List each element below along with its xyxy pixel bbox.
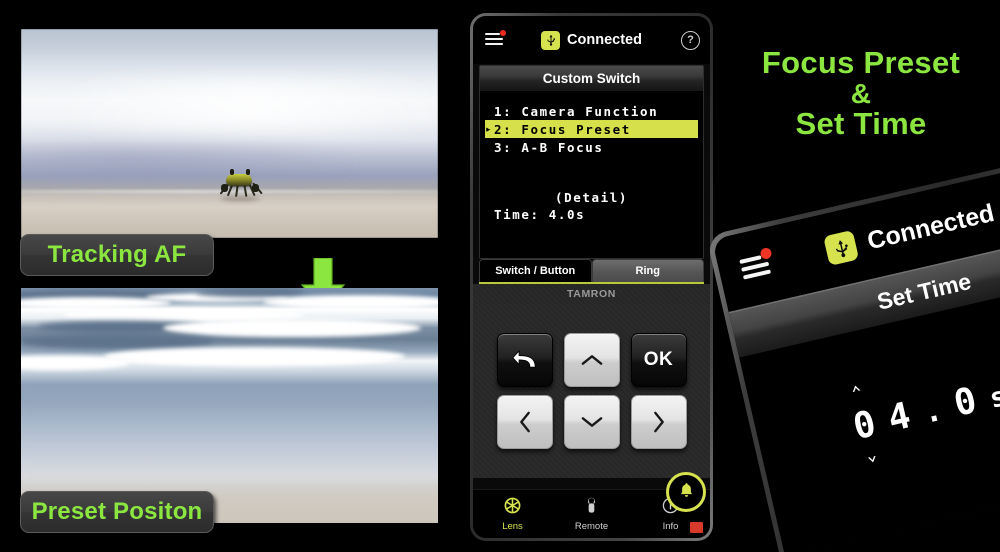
wave-crest <box>104 346 405 366</box>
connected-label-rotated: Connected <box>864 198 997 255</box>
usb-icon <box>541 30 561 50</box>
nav-item-lens[interactable]: Lens <box>473 497 552 532</box>
lcd-menu-item-3[interactable]: 3: A-B Focus <box>480 138 703 156</box>
app-topbar: Connected ? <box>473 16 710 64</box>
time-stepper: ⌃ 0 ⌄ 4 . 0 s <box>849 373 1000 466</box>
chevron-up-icon[interactable]: ⌃ <box>850 382 864 404</box>
down-button[interactable] <box>563 395 620 449</box>
caption-preset-position-label: Preset Positon <box>31 498 203 525</box>
nav-item-info-label: Info <box>662 520 679 532</box>
phone-device: Connected ? Custom Switch 1: Camera Func… <box>470 13 713 541</box>
usb-icon <box>823 229 860 266</box>
page-title-line-3: Set Time <box>795 106 927 142</box>
chevron-down-icon[interactable]: ⌄ <box>864 445 878 467</box>
wave-trough <box>21 335 213 350</box>
phone-screen: Connected ? Custom Switch 1: Camera Func… <box>473 16 710 538</box>
photo-tracking-af <box>21 29 438 238</box>
screenshot-root: Tracking AF Preset Positon Connected ? C… <box>0 0 1000 552</box>
nav-item-remote[interactable]: Remote <box>552 497 631 532</box>
lcd-time-value: Time: 4.0s <box>494 207 586 222</box>
dpad-area: OK <box>473 304 710 478</box>
ok-button[interactable]: OK <box>630 333 687 387</box>
lcd-menu-item-1[interactable]: 1: Camera Function <box>480 102 703 120</box>
notification-fab-button[interactable] <box>666 472 706 512</box>
lens-lcd-panel: Custom Switch 1: Camera Function 2: Focu… <box>479 65 704 259</box>
crab-shadow <box>220 197 261 202</box>
bell-icon <box>679 482 694 503</box>
tab-ring[interactable]: Ring <box>591 259 704 282</box>
time-decimal-separator: . <box>920 392 946 432</box>
caption-preset-position: Preset Positon <box>20 491 214 533</box>
brand-label: TAMRON <box>473 284 710 304</box>
time-digit-tens[interactable]: ⌃ 0 ⌄ <box>849 382 880 466</box>
caption-tracking-af-label: Tracking AF <box>47 241 187 268</box>
nav-item-remote-label: Remote <box>574 520 609 532</box>
tab-switch-button[interactable]: Switch / Button <box>479 259 592 282</box>
connected-label: Connected <box>567 32 642 48</box>
page-title: Focus Preset & Set Time <box>722 45 1000 142</box>
crab-body <box>226 174 253 187</box>
lcd-detail-label: (Detail) <box>554 190 628 205</box>
left-button[interactable] <box>496 395 553 449</box>
time-unit-label: s <box>986 380 1000 415</box>
lens-tabs: Switch / Button Ring <box>479 259 704 284</box>
caption-tracking-af: Tracking AF <box>20 234 214 276</box>
lcd-body: 1: Camera Function 2: Focus Preset 3: A-… <box>480 92 703 258</box>
lcd-menu-item-2-selected[interactable]: 2: Focus Preset <box>485 120 698 138</box>
hamburger-icon[interactable] <box>485 30 506 47</box>
dpad-grid: OK <box>496 333 687 449</box>
nav-item-lens-label: Lens <box>502 520 523 532</box>
help-icon[interactable]: ? <box>681 30 700 50</box>
back-button[interactable] <box>496 333 553 387</box>
notification-dot-icon <box>500 30 506 36</box>
lcd-title: Custom Switch <box>480 66 703 92</box>
right-button[interactable] <box>630 395 687 449</box>
status-badge <box>690 522 703 533</box>
crab-subject <box>204 169 274 202</box>
aperture-icon <box>504 497 521 519</box>
crab-eye <box>246 169 251 176</box>
photo-preset-position <box>21 288 438 523</box>
remote-touch-icon <box>584 497 599 519</box>
beach-haze <box>21 74 438 138</box>
time-digit-tens-value: 0 <box>849 403 880 449</box>
connection-status: Connected <box>473 16 710 64</box>
time-digit-decimal[interactable]: 0 <box>950 380 980 425</box>
time-digit-ones[interactable]: 4 <box>884 395 914 440</box>
wave-crest <box>162 318 422 338</box>
ok-button-label: OK <box>643 349 674 370</box>
phone-screen-rotated: Connected Set Time ⌃ 0 ⌄ 4 . 0 s <box>711 152 1000 552</box>
phone-device-rotated-wrapper: Connected Set Time ⌃ 0 ⌄ 4 . 0 s <box>706 146 1000 552</box>
page-title-line-1: Focus Preset <box>761 45 961 80</box>
up-button[interactable] <box>563 333 620 387</box>
phone-device-rotated: Connected Set Time ⌃ 0 ⌄ 4 . 0 s <box>706 146 1000 552</box>
page-title-line-2: & <box>850 78 872 110</box>
